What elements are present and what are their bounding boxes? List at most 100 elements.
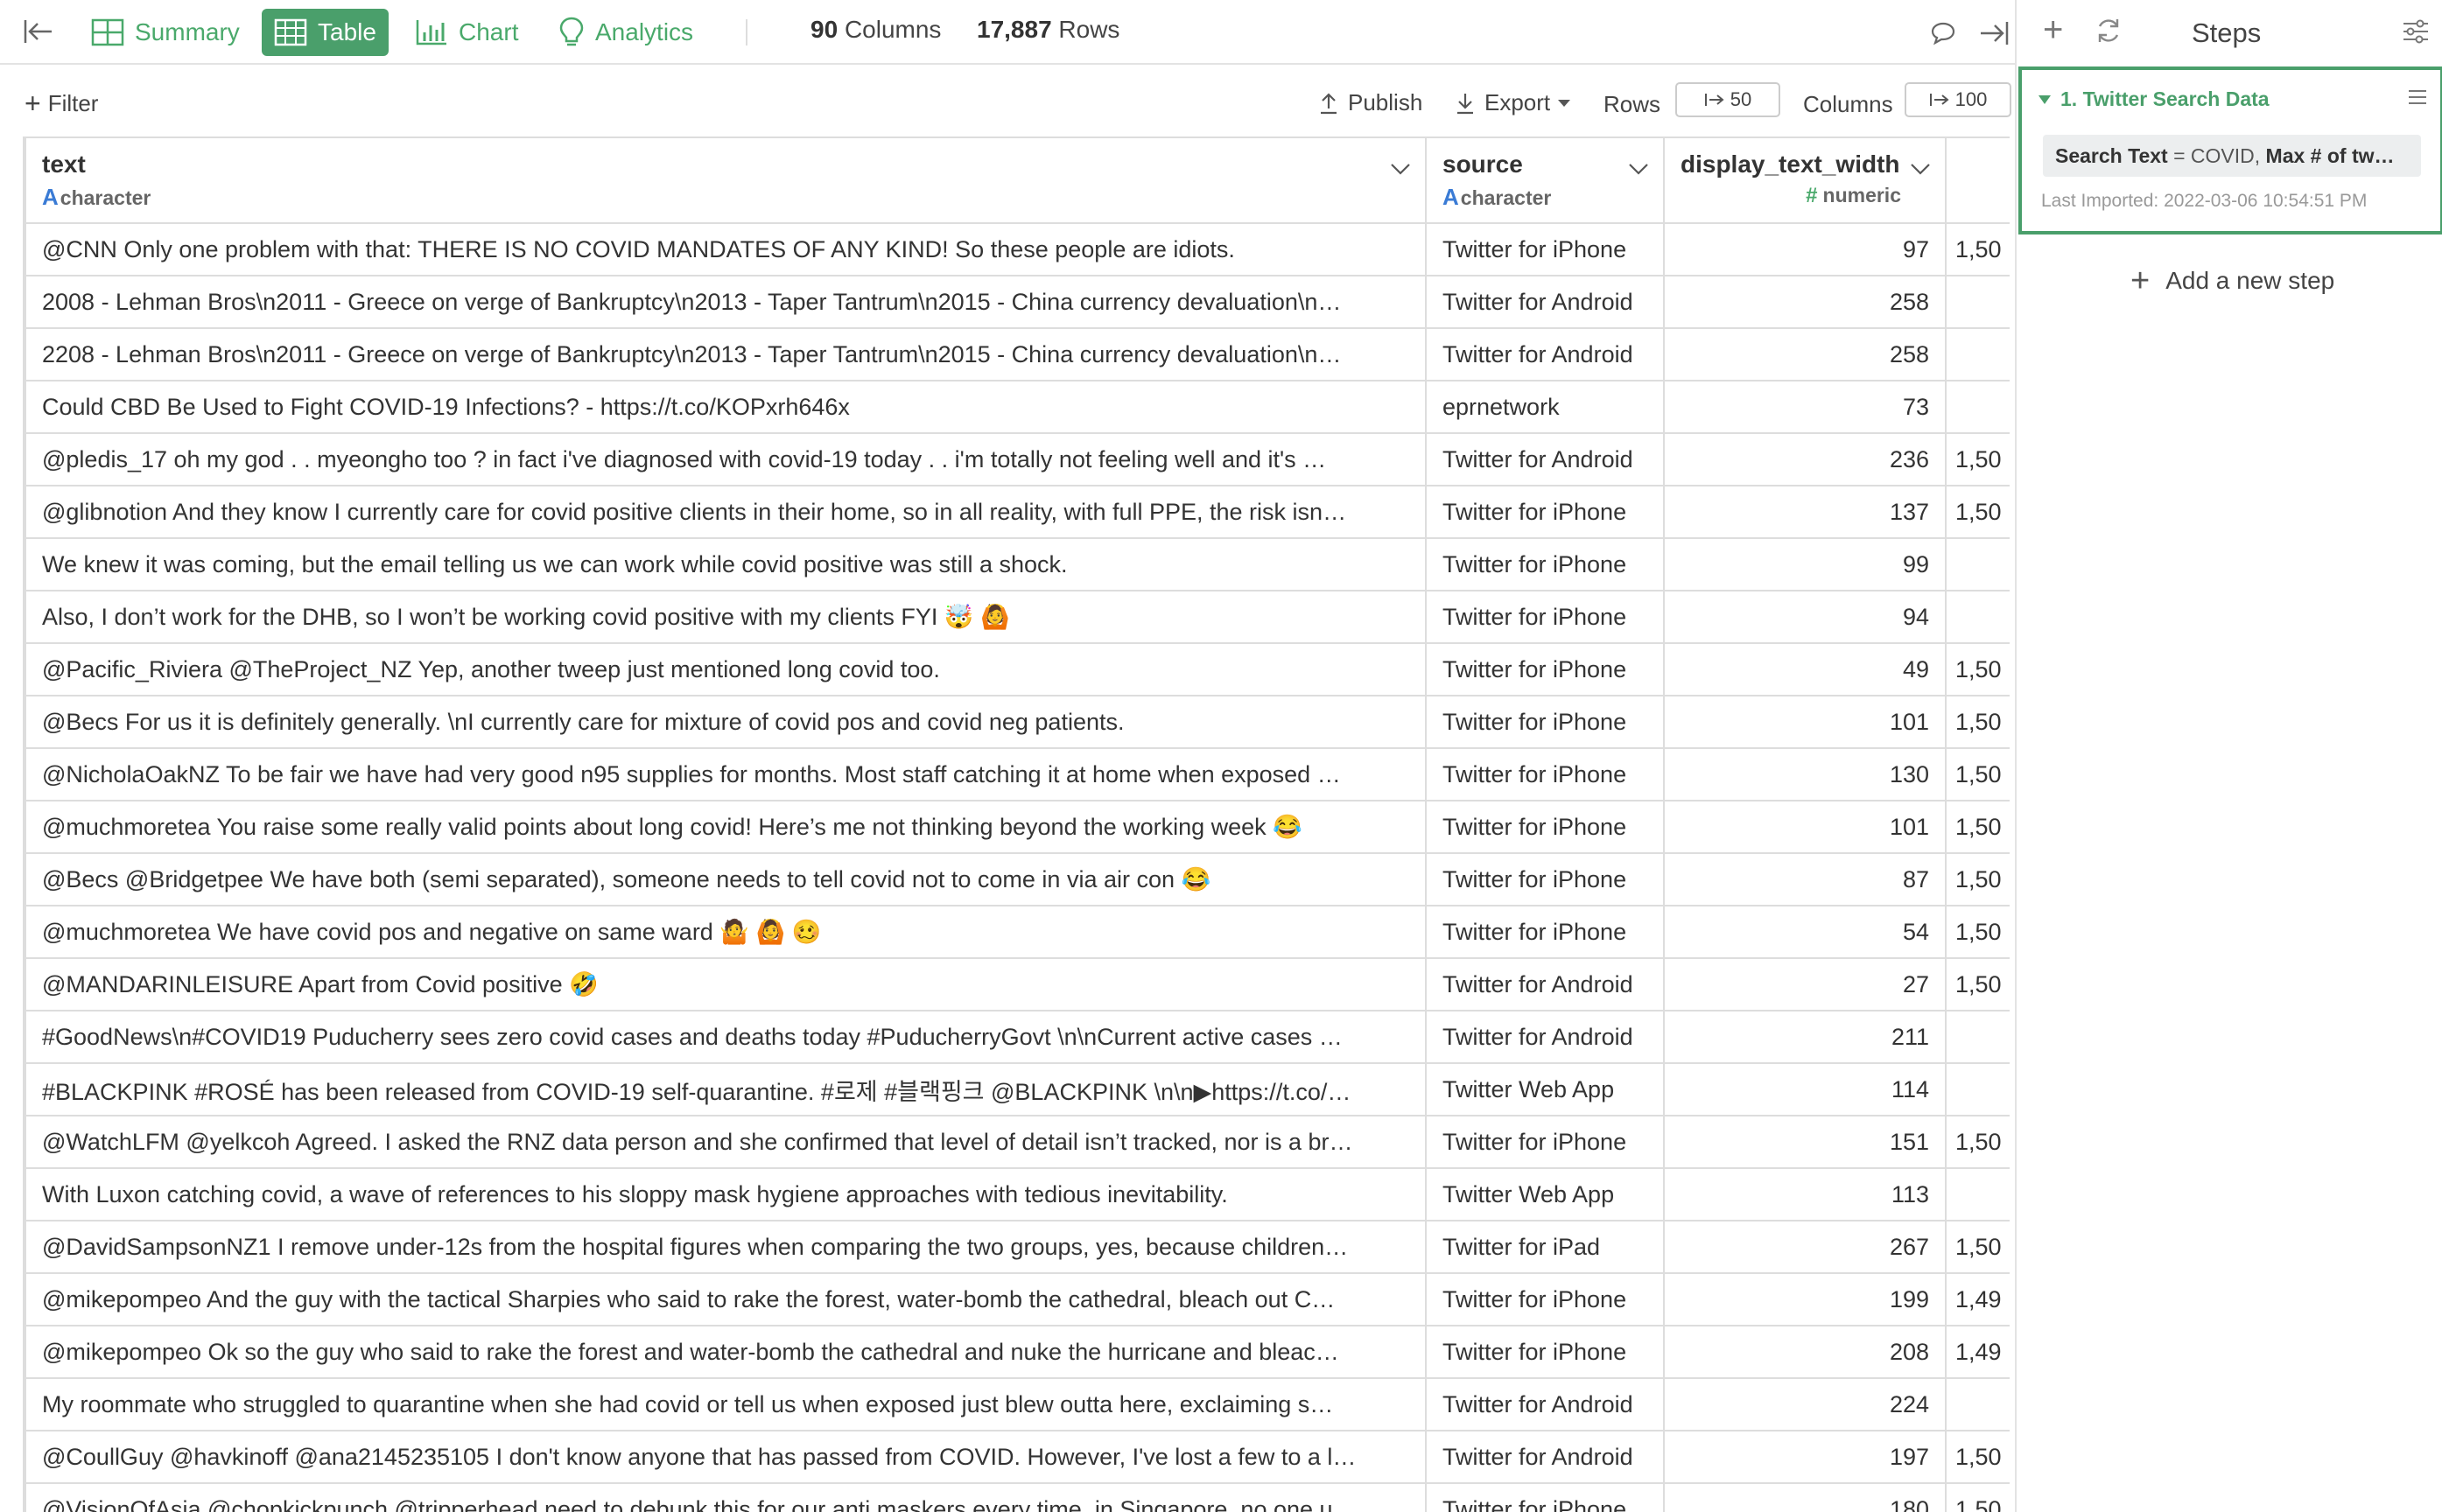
table-row[interactable]: @pledis_17 oh my god . . myeongho too ? … bbox=[25, 432, 2010, 486]
cell-display-text-width[interactable]: 197 bbox=[1663, 1430, 1947, 1484]
cell-truncated[interactable] bbox=[1945, 1377, 2010, 1432]
table-row[interactable]: @Becs For us it is definitely generally.… bbox=[25, 695, 2010, 749]
table-row[interactable]: @glibnotion And they know I currently ca… bbox=[25, 485, 2010, 539]
cell-display-text-width[interactable]: 94 bbox=[1663, 590, 1947, 644]
cell-text[interactable]: @mikepompeo And the guy with the tactica… bbox=[25, 1272, 1427, 1326]
rows-limit-input[interactable]: 50 bbox=[1675, 82, 1780, 117]
cell-display-text-width[interactable]: 236 bbox=[1663, 432, 1947, 486]
step-card[interactable]: 1. Twitter Search Data Search Text = COV… bbox=[2018, 66, 2442, 234]
cell-display-text-width[interactable]: 87 bbox=[1663, 852, 1947, 906]
settings-sliders-icon[interactable] bbox=[2402, 18, 2430, 46]
table-row[interactable]: @NicholaOakNZ To be fair we have had ver… bbox=[25, 747, 2010, 802]
add-new-step-button[interactable]: + Add a new step bbox=[2130, 264, 2334, 298]
cell-text[interactable]: 2008 - Lehman Bros\n2011 - Greece on ver… bbox=[25, 275, 1427, 329]
cell-display-text-width[interactable]: 211 bbox=[1663, 1010, 1947, 1064]
column-header-display-text-width[interactable]: display_text_width # numeric bbox=[1663, 136, 1947, 224]
table-row[interactable]: @VisionOfAsia @chopkickpunch @tripperhea… bbox=[25, 1482, 2010, 1512]
table-row[interactable]: @MANDARINLEISURE Apart from Covid positi… bbox=[25, 957, 2010, 1012]
cell-text[interactable]: Could CBD Be Used to Fight COVID-19 Infe… bbox=[25, 380, 1427, 434]
cell-text[interactable]: @mikepompeo Ok so the guy who said to ra… bbox=[25, 1325, 1427, 1379]
cell-display-text-width[interactable]: 180 bbox=[1663, 1482, 1947, 1512]
cell-source[interactable]: Twitter for iPhone bbox=[1425, 222, 1665, 276]
chevron-down-icon[interactable] bbox=[1910, 163, 1931, 175]
filter-button[interactable]: + Filter bbox=[25, 89, 98, 117]
cell-truncated[interactable] bbox=[1945, 1167, 2010, 1222]
table-row[interactable]: @muchmoretea We have covid pos and negat… bbox=[25, 905, 2010, 959]
cell-truncated[interactable] bbox=[1945, 380, 2010, 434]
cell-source[interactable]: Twitter for iPad bbox=[1425, 1220, 1665, 1274]
table-row[interactable]: @CoullGuy @havkinoff @ana2145235105 I do… bbox=[25, 1430, 2010, 1484]
table-row[interactable]: @mikepompeo And the guy with the tactica… bbox=[25, 1272, 2010, 1326]
cell-source[interactable]: Twitter Web App bbox=[1425, 1062, 1665, 1116]
table-row[interactable]: With Luxon catching covid, a wave of ref… bbox=[25, 1167, 2010, 1222]
cell-truncated[interactable]: 1,49 bbox=[1945, 1325, 2010, 1379]
cell-source[interactable]: Twitter for Android bbox=[1425, 1010, 1665, 1064]
cell-source[interactable]: Twitter for Android bbox=[1425, 957, 1665, 1012]
cell-text[interactable]: We knew it was coming, but the email tel… bbox=[25, 537, 1427, 592]
comment-icon[interactable] bbox=[1926, 16, 1961, 51]
cell-text[interactable]: @Becs For us it is definitely generally.… bbox=[25, 695, 1427, 749]
cell-truncated[interactable]: 1,50 bbox=[1945, 1430, 2010, 1484]
column-header-text[interactable]: text Acharacter bbox=[25, 136, 1427, 224]
export-button[interactable]: Export bbox=[1455, 89, 1571, 116]
cell-text[interactable]: #BLACKPINK #ROSÉ has been released from … bbox=[25, 1062, 1427, 1116]
step-title[interactable]: 1. Twitter Search Data bbox=[2038, 88, 2270, 111]
cell-display-text-width[interactable]: 224 bbox=[1663, 1377, 1947, 1432]
tab-analytics[interactable]: Analytics bbox=[546, 9, 705, 56]
cell-source[interactable]: Twitter for Android bbox=[1425, 1377, 1665, 1432]
cell-source[interactable]: Twitter for iPhone bbox=[1425, 1272, 1665, 1326]
cell-text[interactable]: @muchmoretea You raise some really valid… bbox=[25, 800, 1427, 854]
cell-source[interactable]: Twitter for iPhone bbox=[1425, 747, 1665, 802]
cell-text[interactable]: With Luxon catching covid, a wave of ref… bbox=[25, 1167, 1427, 1222]
cell-source[interactable]: Twitter for Android bbox=[1425, 327, 1665, 382]
cell-display-text-width[interactable]: 113 bbox=[1663, 1167, 1947, 1222]
cell-display-text-width[interactable]: 99 bbox=[1663, 537, 1947, 592]
table-row[interactable]: #BLACKPINK #ROSÉ has been released from … bbox=[25, 1062, 2010, 1116]
cell-truncated[interactable]: 1,50 bbox=[1945, 485, 2010, 539]
cell-display-text-width[interactable]: 137 bbox=[1663, 485, 1947, 539]
cell-source[interactable]: Twitter for iPhone bbox=[1425, 905, 1665, 959]
cell-source[interactable]: Twitter for iPhone bbox=[1425, 852, 1665, 906]
cell-truncated[interactable] bbox=[1945, 275, 2010, 329]
table-row[interactable]: @DavidSampsonNZ1 I remove under-12s from… bbox=[25, 1220, 2010, 1274]
cell-truncated[interactable]: 1,50 bbox=[1945, 695, 2010, 749]
cell-text[interactable]: @VisionOfAsia @chopkickpunch @tripperhea… bbox=[25, 1482, 1427, 1512]
cell-source[interactable]: Twitter Web App bbox=[1425, 1167, 1665, 1222]
cell-text[interactable]: 2208 - Lehman Bros\n2011 - Greece on ver… bbox=[25, 327, 1427, 382]
cell-source[interactable]: Twitter for iPhone bbox=[1425, 1482, 1665, 1512]
cell-text[interactable]: @Pacific_Riviera @TheProject_NZ Yep, ano… bbox=[25, 642, 1427, 696]
cell-source[interactable]: Twitter for iPhone bbox=[1425, 537, 1665, 592]
cell-text[interactable]: @CoullGuy @havkinoff @ana2145235105 I do… bbox=[25, 1430, 1427, 1484]
table-row[interactable]: @CNN Only one problem with that: THERE I… bbox=[25, 222, 2010, 276]
data-table-container[interactable]: text Acharacter source Acharacter displa… bbox=[23, 136, 2010, 1512]
table-row[interactable]: 2008 - Lehman Bros\n2011 - Greece on ver… bbox=[25, 275, 2010, 329]
cell-truncated[interactable]: 1,50 bbox=[1945, 747, 2010, 802]
table-row[interactable]: @WatchLFM @yelkcoh Agreed. I asked the R… bbox=[25, 1115, 2010, 1169]
refresh-icon[interactable] bbox=[2094, 16, 2123, 46]
chevron-down-icon[interactable] bbox=[1390, 163, 1411, 175]
cell-source[interactable]: eprnetwork bbox=[1425, 380, 1665, 434]
cell-truncated[interactable]: 1,50 bbox=[1945, 642, 2010, 696]
cell-text[interactable]: @MANDARINLEISURE Apart from Covid positi… bbox=[25, 957, 1427, 1012]
cell-source[interactable]: Twitter for iPhone bbox=[1425, 695, 1665, 749]
cell-source[interactable]: Twitter for Android bbox=[1425, 275, 1665, 329]
tab-summary[interactable]: Summary bbox=[79, 9, 252, 56]
table-row[interactable]: My roommate who struggled to quarantine … bbox=[25, 1377, 2010, 1432]
cell-source[interactable]: Twitter for iPhone bbox=[1425, 1115, 1665, 1169]
collapse-left-icon[interactable] bbox=[19, 14, 58, 49]
cell-text[interactable]: @muchmoretea We have covid pos and negat… bbox=[25, 905, 1427, 959]
cell-text[interactable]: @pledis_17 oh my god . . myeongho too ? … bbox=[25, 432, 1427, 486]
cell-display-text-width[interactable]: 208 bbox=[1663, 1325, 1947, 1379]
publish-button[interactable]: Publish bbox=[1318, 89, 1422, 116]
table-row[interactable]: We knew it was coming, but the email tel… bbox=[25, 537, 2010, 592]
cell-display-text-width[interactable]: 73 bbox=[1663, 380, 1947, 434]
table-row[interactable]: @muchmoretea You raise some really valid… bbox=[25, 800, 2010, 854]
cell-source[interactable]: Twitter for iPhone bbox=[1425, 1325, 1665, 1379]
cell-text[interactable]: @CNN Only one problem with that: THERE I… bbox=[25, 222, 1427, 276]
tab-table[interactable]: Table bbox=[262, 9, 389, 56]
table-row[interactable]: 2208 - Lehman Bros\n2011 - Greece on ver… bbox=[25, 327, 2010, 382]
cell-text[interactable]: @NicholaOakNZ To be fair we have had ver… bbox=[25, 747, 1427, 802]
table-row[interactable]: Could CBD Be Used to Fight COVID-19 Infe… bbox=[25, 380, 2010, 434]
cell-display-text-width[interactable]: 267 bbox=[1663, 1220, 1947, 1274]
cell-display-text-width[interactable]: 49 bbox=[1663, 642, 1947, 696]
